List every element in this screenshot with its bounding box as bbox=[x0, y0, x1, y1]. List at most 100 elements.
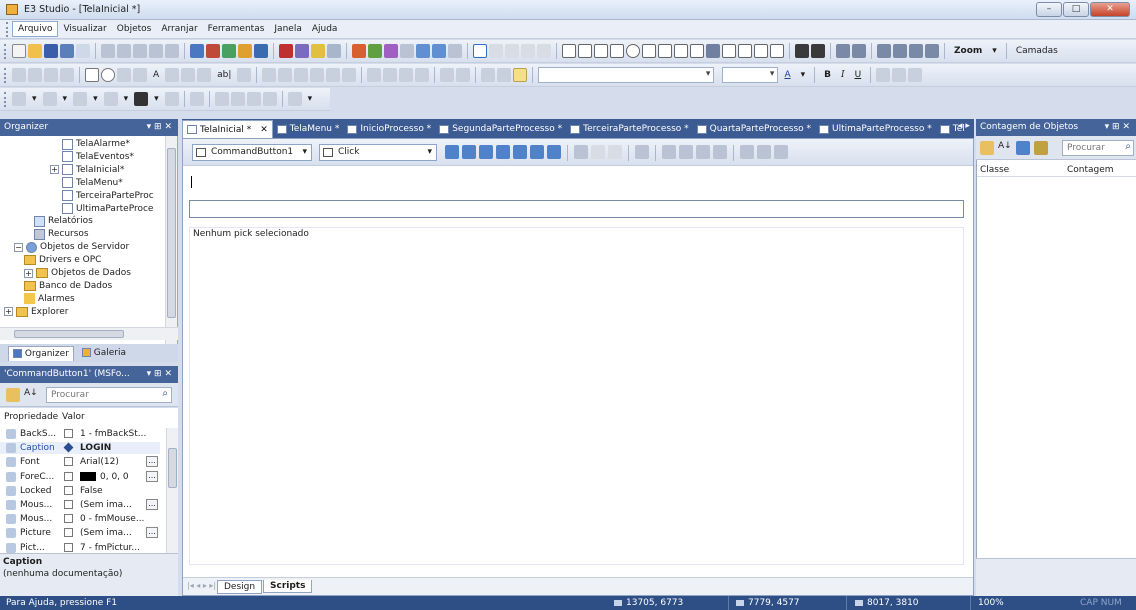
bookmark-icon[interactable] bbox=[713, 145, 727, 159]
find-next-icon[interactable] bbox=[679, 145, 693, 159]
grid-icon[interactable] bbox=[432, 44, 446, 58]
properties-scrollbar[interactable] bbox=[166, 428, 178, 553]
menu-ajuda[interactable]: Ajuda bbox=[307, 22, 343, 36]
polyline-icon[interactable] bbox=[578, 44, 592, 58]
ellipse-icon[interactable] bbox=[626, 44, 640, 58]
contagem-search-icon[interactable]: ⌕ bbox=[1125, 141, 1131, 152]
control-d-icon[interactable] bbox=[60, 68, 74, 82]
property-row[interactable]: ForeC... 0, 0, 0... bbox=[0, 470, 160, 483]
delete-icon[interactable] bbox=[574, 145, 588, 159]
tree-item[interactable]: UltimaParteProce bbox=[50, 203, 153, 215]
line-style-arrow[interactable]: ▾ bbox=[89, 94, 102, 104]
tree-item[interactable]: TelaEventos* bbox=[50, 151, 134, 163]
tool-u-icon[interactable] bbox=[230, 92, 245, 106]
align-right-icon[interactable] bbox=[909, 44, 923, 58]
bold-button[interactable]: B bbox=[820, 70, 835, 80]
toggle-tool-icon[interactable] bbox=[237, 68, 252, 82]
property-row[interactable]: Font Arial(12)... bbox=[0, 456, 160, 468]
frame-icon[interactable] bbox=[222, 44, 236, 58]
underline-button[interactable]: U bbox=[851, 70, 866, 80]
button-icon[interactable] bbox=[770, 44, 784, 58]
tool-h-icon[interactable] bbox=[310, 68, 325, 82]
screen-icon[interactable] bbox=[190, 44, 204, 58]
contagem-search[interactable]: Procurar ⌕ bbox=[1062, 140, 1134, 156]
property-row[interactable]: Mous... 0 - fmMouse... bbox=[0, 513, 160, 525]
menu-visualizar[interactable]: Visualizar bbox=[58, 22, 111, 36]
font-name-combo[interactable] bbox=[538, 67, 715, 83]
pointer-icon[interactable] bbox=[473, 44, 487, 58]
property-row[interactable]: Picture (Sem ima...... bbox=[0, 527, 160, 539]
align-icon[interactable] bbox=[521, 44, 535, 58]
rectangle-icon[interactable] bbox=[594, 44, 608, 58]
hand-icon[interactable] bbox=[489, 44, 503, 58]
document-tab[interactable]: TelaMenu * bbox=[273, 120, 344, 138]
script-tool-7-icon[interactable] bbox=[547, 145, 561, 159]
property-row[interactable]: Locked False bbox=[0, 485, 160, 497]
scroll-tool-icon[interactable] bbox=[197, 68, 212, 82]
tool-f-icon[interactable] bbox=[278, 68, 293, 82]
property-row[interactable]: Pict... 7 - fmPictur... bbox=[0, 542, 160, 553]
categorized-icon[interactable] bbox=[6, 388, 20, 402]
align-text-center-icon[interactable] bbox=[892, 68, 907, 82]
pattern-arrow[interactable]: ▾ bbox=[120, 94, 133, 104]
contagem-pin-icon[interactable]: ▾ ⊞ ✕ bbox=[1105, 119, 1130, 136]
camadas-dropdown[interactable]: Camadas bbox=[1012, 46, 1062, 56]
tab-design[interactable]: Design bbox=[217, 580, 263, 594]
property-value[interactable]: 7 - fmPictur... bbox=[80, 542, 140, 553]
italic-button[interactable]: I bbox=[837, 70, 849, 80]
setpoint-icon[interactable] bbox=[754, 44, 768, 58]
object-combo[interactable]: CommandButton1 ▾ bbox=[192, 144, 312, 161]
tab-scripts[interactable]: Scripts bbox=[263, 580, 313, 593]
document-tab[interactable]: QuartaParteProcesso * bbox=[693, 120, 815, 138]
menu-janela[interactable]: Janela bbox=[269, 22, 306, 36]
document-tab[interactable]: SegundaParteProcesso * bbox=[435, 120, 566, 138]
tree-item[interactable]: TerceiraParteProc bbox=[50, 190, 154, 202]
contagem-sort-icon[interactable]: A↓ bbox=[998, 141, 1012, 151]
editor-nav-arrows[interactable]: |◂ ◂ ▸ ▸| bbox=[187, 581, 216, 590]
fill-arrow[interactable]: ▾ bbox=[28, 94, 41, 104]
zoom-dropdown[interactable]: Zoom bbox=[950, 46, 986, 56]
tool-r-icon[interactable] bbox=[497, 68, 512, 82]
tool-q-icon[interactable] bbox=[481, 68, 496, 82]
rotate-icon[interactable] bbox=[505, 44, 519, 58]
property-value[interactable]: 1 - fmBackSt... bbox=[80, 428, 146, 440]
tool-x-arrow[interactable]: ▾ bbox=[304, 94, 317, 104]
group-icon[interactable] bbox=[836, 44, 850, 58]
tool-j-icon[interactable] bbox=[342, 68, 357, 82]
viewer-icon[interactable] bbox=[254, 44, 268, 58]
tool-p-icon[interactable] bbox=[456, 68, 471, 82]
display-icon[interactable] bbox=[738, 44, 752, 58]
tree-item[interactable]: Drivers e OPC bbox=[24, 254, 101, 266]
document-tab[interactable]: TerceiraParteProcesso * bbox=[566, 120, 693, 138]
table-icon[interactable] bbox=[416, 44, 430, 58]
tree-item[interactable]: + TelaInicial* bbox=[50, 164, 124, 176]
cut-icon[interactable] bbox=[101, 44, 115, 58]
tool-i-icon[interactable] bbox=[326, 68, 341, 82]
document-tab[interactable]: TelaInicial * ✕ bbox=[182, 120, 273, 138]
property-row[interactable]: Caption LOGIN bbox=[0, 442, 160, 455]
line-icon[interactable] bbox=[562, 44, 576, 58]
ellipsis-button[interactable]: ... bbox=[146, 499, 158, 510]
close-button[interactable]: ✕ bbox=[1090, 2, 1130, 17]
align-text-left-icon[interactable] bbox=[876, 68, 891, 82]
properties-search[interactable]: Procurar ⌕ bbox=[46, 387, 172, 403]
menu-arranjar[interactable]: Arranjar bbox=[156, 22, 202, 36]
zoom-arrow-icon[interactable]: ▾ bbox=[988, 46, 1001, 56]
tool-v-icon[interactable] bbox=[246, 92, 261, 106]
tool-s-icon[interactable] bbox=[189, 92, 204, 106]
polygon-icon[interactable] bbox=[658, 44, 672, 58]
tree-item[interactable]: TelaAlarme* bbox=[50, 138, 130, 150]
document-tab[interactable]: UltimaParteProcesso * bbox=[815, 120, 936, 138]
tool-b-icon[interactable] bbox=[368, 44, 382, 58]
tree-item[interactable]: Banco de Dados bbox=[24, 280, 112, 292]
properties-pin-icon[interactable]: ▾ ⊞ ✕ bbox=[147, 366, 172, 383]
script-tool-4-icon[interactable] bbox=[496, 145, 510, 159]
tool-c-icon[interactable] bbox=[384, 44, 398, 58]
up-icon[interactable] bbox=[591, 145, 605, 159]
property-value[interactable]: (Sem ima... bbox=[80, 499, 132, 511]
order-back-icon[interactable] bbox=[811, 44, 825, 58]
ellipsis-button[interactable]: ... bbox=[146, 456, 158, 468]
font-size-combo[interactable] bbox=[722, 67, 779, 83]
tree-expander-icon[interactable]: + bbox=[4, 307, 13, 317]
property-value[interactable]: 0, 0, 0 bbox=[100, 471, 129, 483]
